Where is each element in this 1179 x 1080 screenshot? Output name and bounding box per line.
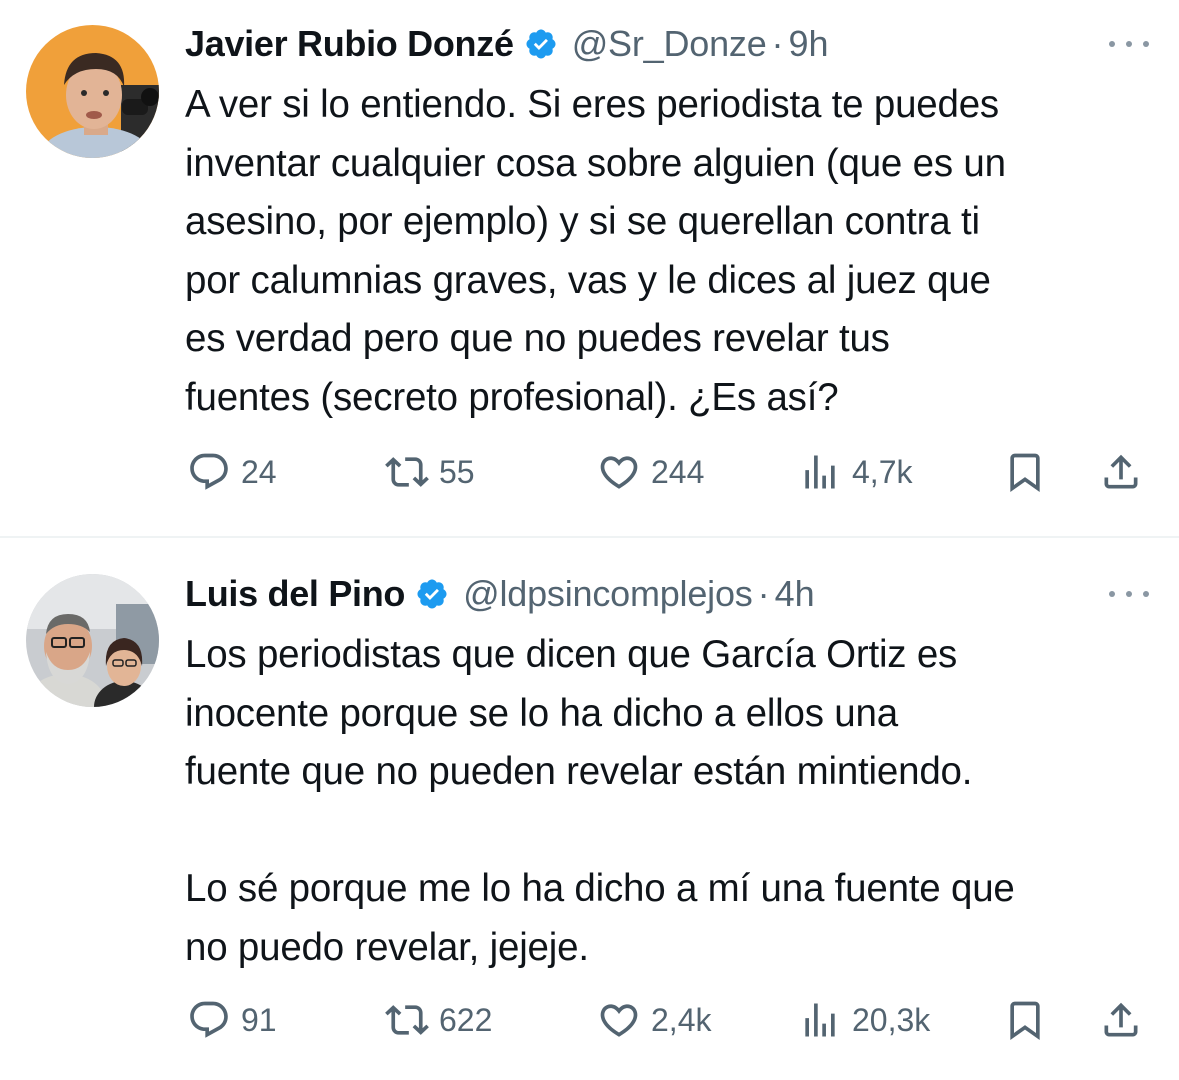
tweet[interactable]: Javier Rubio Donzé @Sr_Donze · 9h A ver … [0,0,1179,536]
reply-count: 24 [241,453,277,490]
tweet-text-line: por calumnias graves, vas y le dices al … [185,258,991,302]
reply-icon [187,998,231,1042]
repost-button[interactable]: 55 [385,450,475,494]
share-icon [1099,450,1143,494]
like-count: 244 [651,453,705,490]
view-count: 20,3k [852,1001,931,1038]
avatar[interactable] [26,25,159,158]
reply-count: 91 [241,1001,277,1038]
reply-button[interactable]: 24 [187,450,277,494]
repost-count: 622 [439,1001,493,1038]
tweet-text-line: fuentes (secreto profesional). ¿Es así? [185,375,839,419]
heart-icon [597,998,641,1042]
author-name[interactable]: Luis del Pino [185,573,405,615]
tweet-text-line: Los periodistas que dicen que García Ort… [185,633,958,676]
bookmark-icon [1003,450,1047,494]
views-button[interactable]: 4,7k [798,450,912,494]
tweet-text-line: A ver si lo entiendo. Si eres periodista… [185,83,999,126]
more-options-icon[interactable] [1109,588,1149,600]
repost-icon [385,998,429,1042]
tweet-text-line: Lo sé porque me lo ha dicho a mí una fue… [185,867,1015,910]
tweet-text: Los periodistas que dicen que García Ort… [185,626,1165,977]
bookmark-icon [1003,998,1047,1042]
like-count: 2,4k [651,1001,712,1038]
separator: · [771,23,784,64]
tweet-header: Luis del Pino @ldpsincomplejos · 4h [185,573,815,615]
author-handle[interactable]: @Sr_Donze [572,23,767,65]
reply-button[interactable]: 91 [187,998,277,1042]
repost-count: 55 [439,453,475,490]
share-icon [1099,998,1143,1042]
like-button[interactable]: 2,4k [597,998,711,1042]
tweet-text-line: fuente que no pueden revelar están minti… [185,750,973,793]
like-button[interactable]: 244 [597,450,704,494]
tweet[interactable]: Luis del Pino @ldpsincomplejos · 4h Los … [0,538,1179,1080]
views-icon [798,450,842,494]
view-count: 4,7k [852,453,913,490]
separator: · [757,573,770,614]
verified-badge-icon [415,577,449,611]
tweet-text-line [185,802,1165,861]
verified-badge-icon [524,27,558,61]
tweet-text: A ver si lo entiendo. Si eres periodista… [185,76,1165,427]
bookmark-button[interactable] [1003,450,1047,494]
heart-icon [597,450,641,494]
tweet-text-line: asesino, por ejemplo) y si se querellan … [185,200,980,243]
author-name[interactable]: Javier Rubio Donzé [185,23,514,65]
tweet-text-line: no puedo revelar, jejeje. [185,925,589,969]
views-icon [798,998,842,1042]
share-button[interactable] [1099,998,1143,1042]
repost-button[interactable]: 622 [385,998,492,1042]
reply-icon [187,450,231,494]
bookmark-button[interactable] [1003,998,1047,1042]
tweet-header: Javier Rubio Donzé @Sr_Donze · 9h [185,23,829,65]
timestamp[interactable]: 9h [789,23,829,65]
more-options-icon[interactable] [1109,38,1149,50]
avatar[interactable] [26,574,159,707]
repost-icon [385,450,429,494]
views-button[interactable]: 20,3k [798,998,930,1042]
tweet-text-line: inventar cualquier cosa sobre alguien (q… [185,141,1006,185]
tweet-text-line: es verdad pero que no puedes revelar tus [185,317,890,360]
timestamp[interactable]: 4h [775,573,815,615]
author-handle[interactable]: @ldpsincomplejos [463,573,753,615]
share-button[interactable] [1099,450,1143,494]
tweet-text-line: inocente porque se lo ha dicho a ellos u… [185,691,898,735]
